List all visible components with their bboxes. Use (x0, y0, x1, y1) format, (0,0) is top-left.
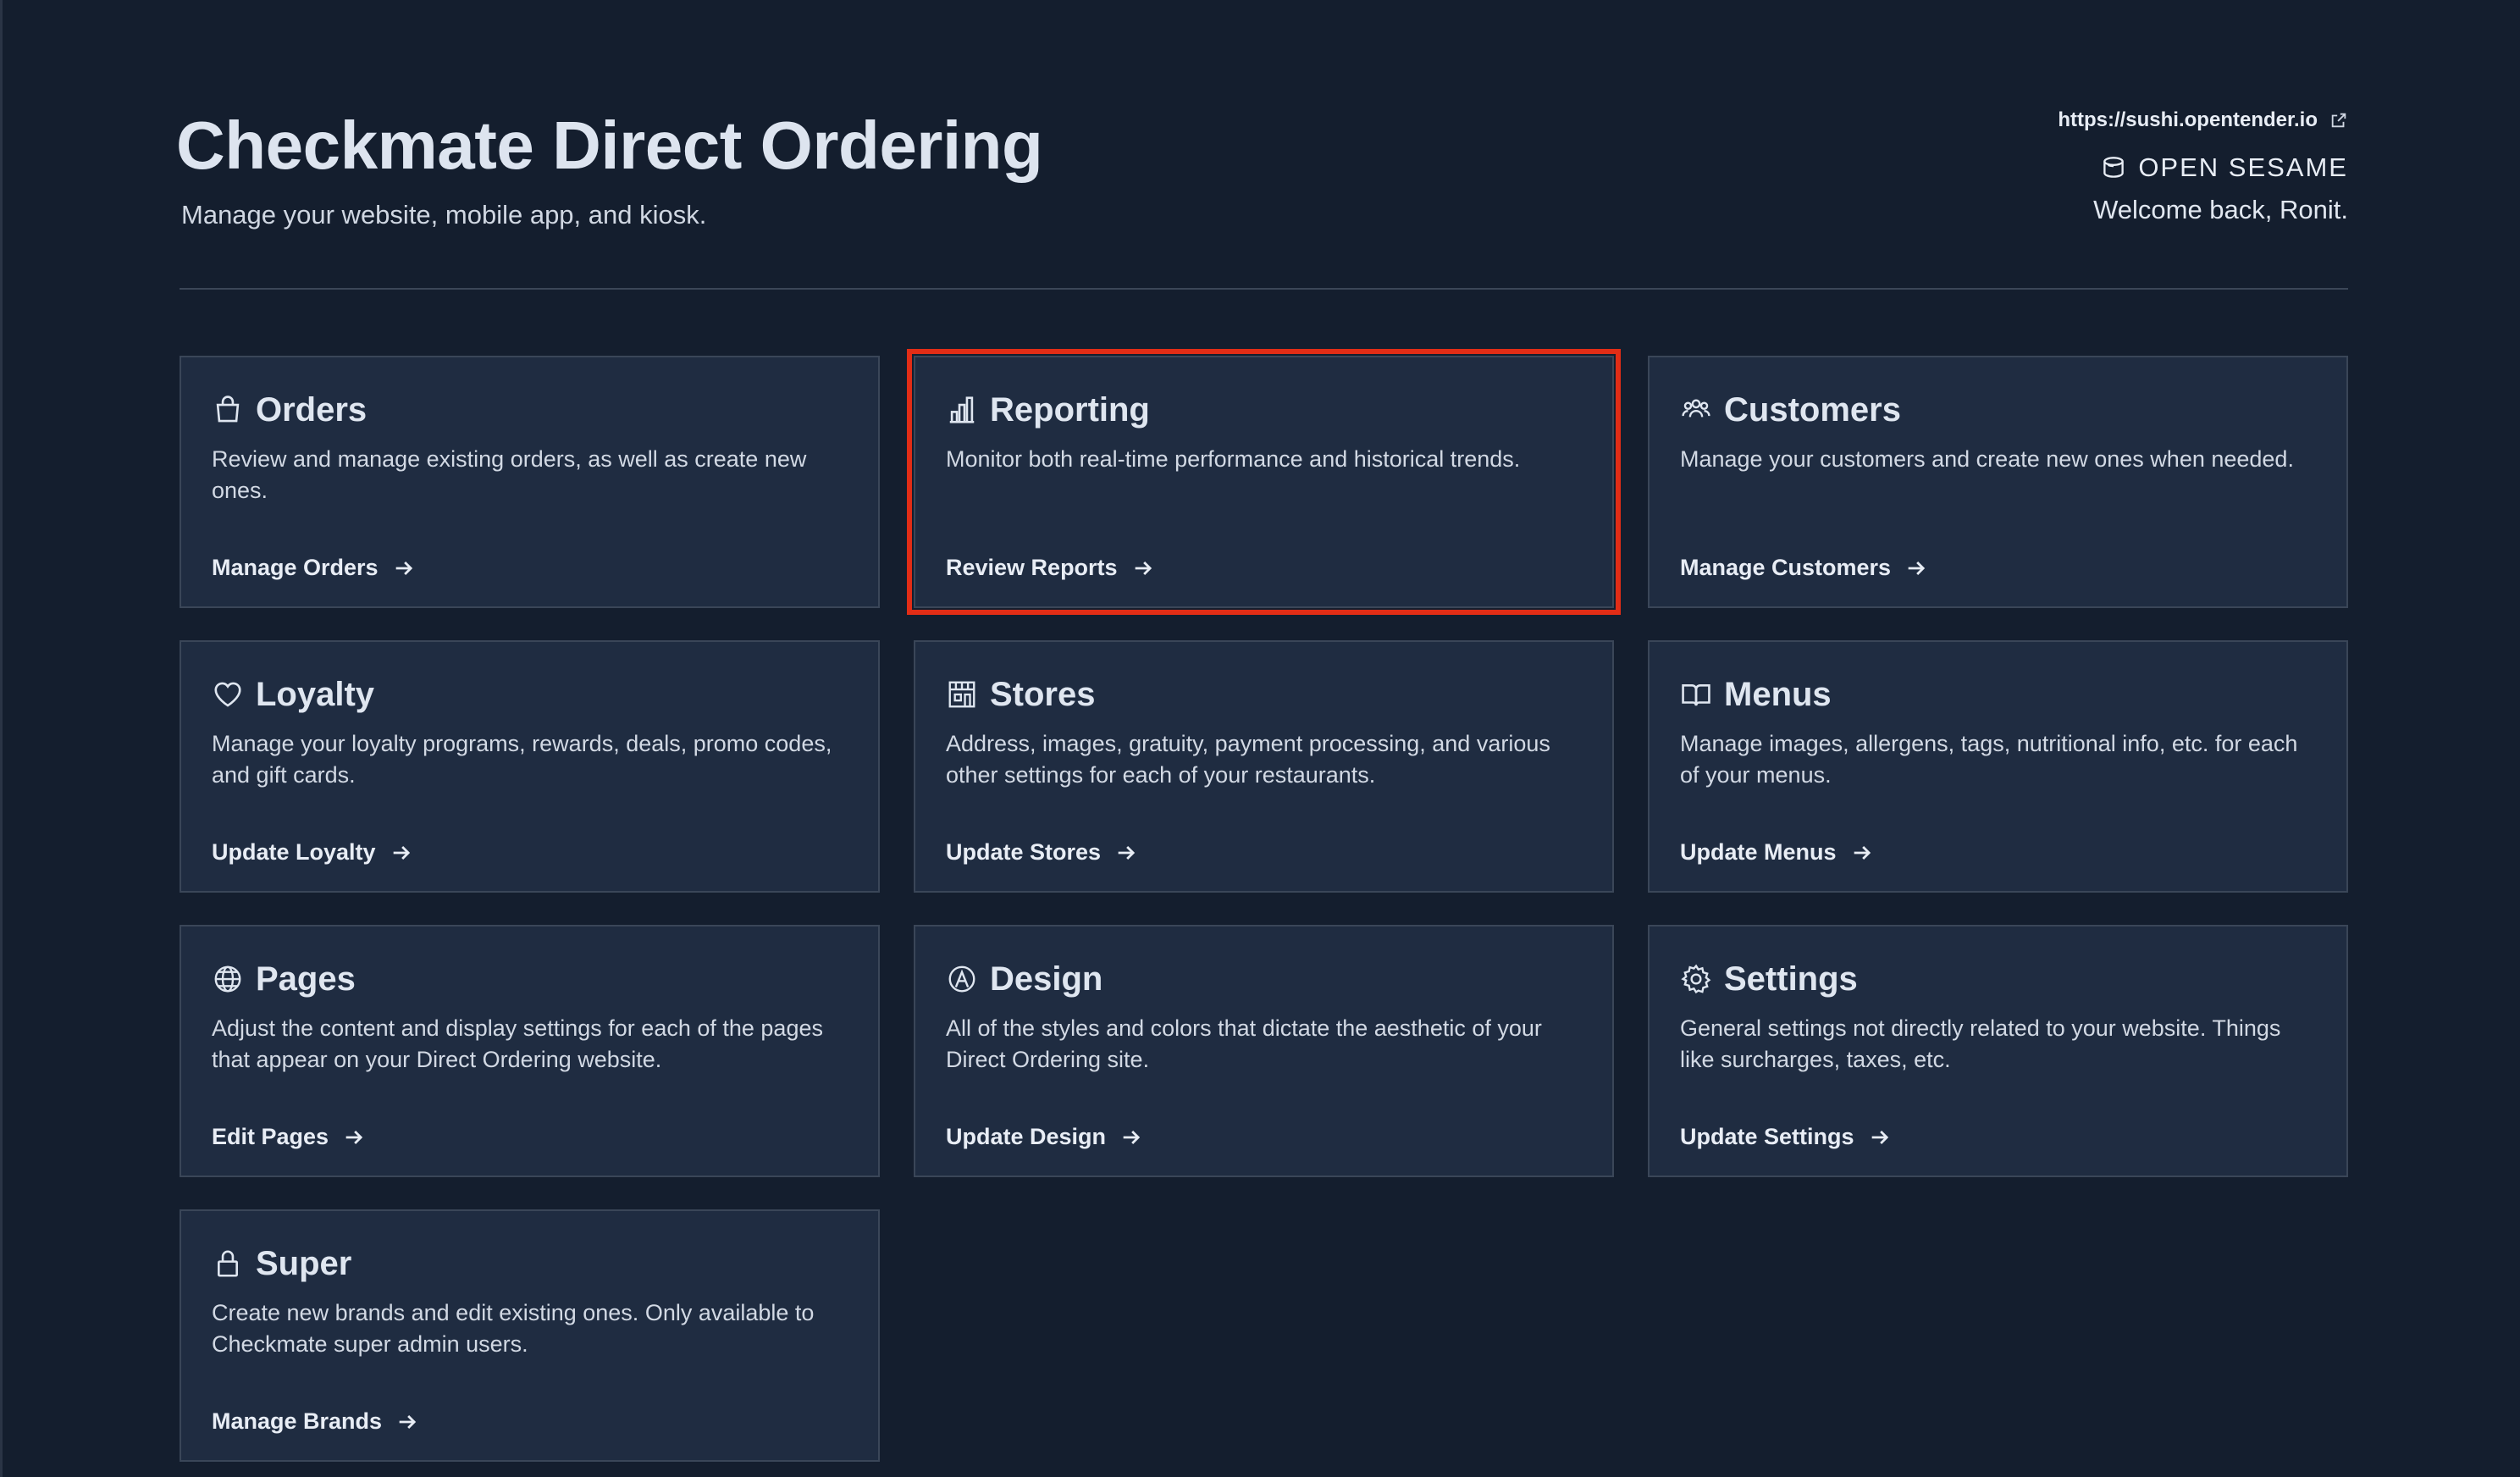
update-design-link[interactable]: Update Design (946, 1124, 1143, 1150)
card-title: Stores (990, 675, 1096, 713)
page-subtitle: Manage your website, mobile app, and kio… (181, 200, 707, 230)
card-header: Reporting (946, 386, 1582, 434)
card-title: Menus (1724, 675, 1832, 713)
arrow-right-icon (395, 561, 412, 575)
arrow-right-icon (1123, 1130, 1141, 1144)
card-header: Customers (1680, 386, 2316, 434)
link-label: Update Settings (1680, 1124, 1854, 1149)
manage-customers-link[interactable]: Manage Customers (1680, 555, 1928, 581)
manage-orders-link[interactable]: Manage Orders (212, 555, 416, 581)
edit-pages-link[interactable]: Edit Pages (212, 1124, 366, 1150)
link-label: Manage Customers (1680, 555, 1892, 580)
page-header: Checkmate Direct Ordering Manage your we… (176, 0, 2348, 290)
arrow-right-icon (1135, 561, 1152, 575)
card-description: Manage your customers and create new one… (1680, 446, 2294, 472)
manage-brands-link[interactable]: Manage Brands (212, 1408, 419, 1435)
gear-icon (1681, 964, 1711, 994)
card-description: Manage images, allergens, tags, nutritio… (1680, 731, 2298, 788)
card-title: Orders (256, 390, 368, 429)
card-loyalty[interactable]: Loyalty Manage your loyalty programs, re… (180, 640, 880, 893)
external-link-icon (2331, 113, 2346, 128)
welcome-message: Welcome back, Ronit. (2093, 195, 2348, 224)
card-title: Pages (256, 960, 356, 998)
card-title: Super (256, 1244, 352, 1282)
card-super[interactable]: Super Create new brands and edit existin… (180, 1209, 880, 1462)
dashboard-grid: Orders Review and manage existing orders… (180, 349, 2349, 1462)
shopping-bag-icon (216, 396, 240, 423)
bar-chart-icon (949, 396, 975, 423)
link-label: Update Loyalty (212, 839, 376, 865)
card-description: Create new brands and edit existing ones… (212, 1300, 815, 1357)
arrow-right-icon (1908, 561, 1926, 575)
link-label: Review Reports (946, 555, 1118, 580)
lock-icon (218, 1250, 238, 1277)
card-header: Super (212, 1240, 848, 1287)
arrow-right-icon (345, 1130, 363, 1144)
link-label: Update Design (946, 1124, 1107, 1149)
card-stores[interactable]: Stores Address, images, gratuity, paymen… (914, 640, 1614, 893)
card-pages[interactable]: Pages Adjust the content and display set… (180, 925, 880, 1177)
link-label: Update Menus (1680, 839, 1837, 865)
card-description: Review and manage existing orders, as we… (212, 446, 807, 503)
update-settings-link[interactable]: Update Settings (1680, 1124, 1892, 1150)
card-description: Monitor both real-time performance and h… (946, 446, 1521, 472)
card-header: Loyalty (212, 671, 848, 718)
card-header: Pages (212, 955, 848, 1003)
card-orders[interactable]: Orders Review and manage existing orders… (180, 356, 880, 608)
card-description: Adjust the content and display settings … (212, 1015, 823, 1072)
book-open-icon (1682, 684, 1710, 706)
link-label: Manage Orders (212, 555, 379, 580)
arrow-right-icon (1871, 1130, 1888, 1144)
sushi-icon (2103, 157, 2125, 178)
card-settings[interactable]: Settings General settings not directly r… (1648, 925, 2348, 1177)
link-label: Edit Pages (212, 1124, 329, 1149)
update-menus-link[interactable]: Update Menus (1680, 839, 1874, 866)
card-header: Orders (212, 386, 848, 434)
brand-name: OPEN SESAME (2058, 152, 2348, 183)
card-design[interactable]: Design All of the styles and colors that… (914, 925, 1614, 1177)
link-label: Manage Brands (212, 1408, 383, 1434)
page-title: Checkmate Direct Ordering (176, 108, 1043, 183)
card-header: Design (946, 955, 1582, 1003)
card-title: Settings (1724, 960, 1858, 998)
window-edge (0, 0, 3, 1477)
card-description: All of the styles and colors that dictat… (946, 1015, 1542, 1072)
arrow-right-icon (1118, 845, 1136, 860)
design-icon (948, 965, 975, 993)
link-label: Update Stores (946, 839, 1102, 865)
site-url-link[interactable]: https://sushi.opentender.io (2058, 108, 2348, 132)
card-customers[interactable]: Customers Manage your customers and crea… (1648, 356, 2348, 608)
card-title: Customers (1724, 390, 1901, 429)
card-header: Menus (1680, 671, 2316, 718)
card-title: Loyalty (256, 675, 375, 713)
card-description: Address, images, gratuity, payment proce… (946, 731, 1550, 788)
card-description: Manage your loyalty programs, rewards, d… (212, 731, 832, 788)
update-stores-link[interactable]: Update Stores (946, 839, 1138, 866)
arrow-right-icon (399, 1414, 417, 1429)
update-loyalty-link[interactable]: Update Loyalty (212, 839, 413, 866)
card-reporting[interactable]: Reporting Monitor both real-time perform… (907, 349, 1621, 615)
header-account-panel: https://sushi.opentender.io OPEN SESAME … (2058, 108, 2348, 225)
card-title: Design (990, 960, 1103, 998)
arrow-right-icon (1854, 845, 1871, 860)
site-url-text: https://sushi.opentender.io (2058, 108, 2318, 131)
card-title: Reporting (990, 390, 1150, 429)
heart-icon (214, 682, 241, 707)
card-description: General settings not directly related to… (1680, 1015, 2281, 1072)
users-icon (1682, 399, 1710, 418)
card-menus[interactable]: Menus Manage images, allergens, tags, nu… (1648, 640, 2348, 893)
card-header: Settings (1680, 955, 2316, 1003)
card-header: Stores (946, 671, 1582, 718)
review-reports-link[interactable]: Review Reports (946, 555, 1155, 581)
brand-label: OPEN SESAME (2138, 152, 2348, 182)
arrow-right-icon (393, 845, 410, 860)
globe-icon (214, 965, 241, 993)
storefront-icon (948, 681, 975, 708)
